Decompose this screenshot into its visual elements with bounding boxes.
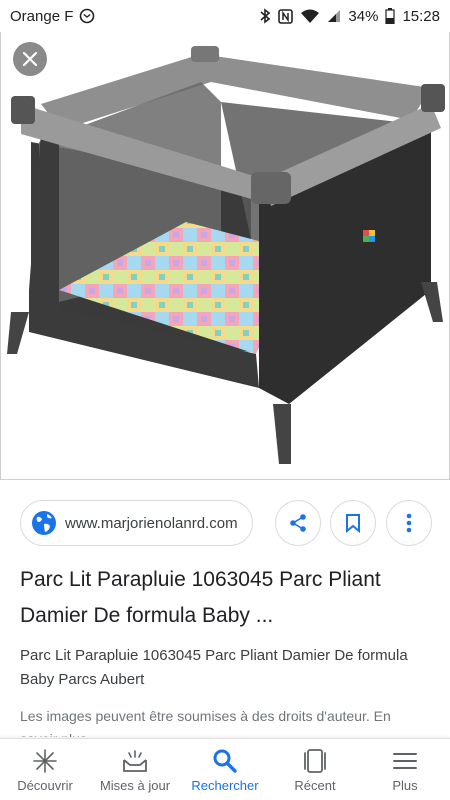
more-vert-icon xyxy=(406,513,412,533)
status-bar: Orange F 34% 15:28 xyxy=(0,0,450,32)
battery-icon xyxy=(385,8,396,24)
nav-label: Découvrir xyxy=(17,778,73,793)
bluetooth-icon xyxy=(259,8,271,24)
nav-discover[interactable]: Découvrir xyxy=(0,739,90,800)
signal-icon xyxy=(327,9,341,23)
share-button[interactable] xyxy=(275,500,321,546)
menu-icon xyxy=(393,753,417,769)
result-title[interactable]: Parc Lit Parapluie 1063045 Parc Pliant D… xyxy=(20,562,430,634)
bottom-nav: Découvrir Mises à jour Rechercher Récent… xyxy=(0,738,450,800)
search-icon xyxy=(213,749,237,773)
recent-icon xyxy=(304,749,326,773)
nav-more[interactable]: Plus xyxy=(360,739,450,800)
clock: 15:28 xyxy=(402,7,440,25)
result-subtitle: Parc Lit Parapluie 1063045 Parc Pliant D… xyxy=(20,647,408,688)
nav-recent[interactable]: Récent xyxy=(270,739,360,800)
bookmark-icon xyxy=(346,514,360,533)
message-icon xyxy=(79,8,95,24)
source-row: www.marjorienolanrd.com xyxy=(20,500,432,546)
close-icon xyxy=(22,51,38,67)
close-button[interactable] xyxy=(13,42,47,76)
share-icon xyxy=(290,514,306,532)
playpen-image xyxy=(7,46,445,464)
source-url: www.marjorienolanrd.com xyxy=(65,514,238,532)
nav-label: Rechercher xyxy=(191,778,259,793)
bookmark-button[interactable] xyxy=(330,500,376,546)
nav-label: Plus xyxy=(392,778,418,793)
nav-search[interactable]: Rechercher xyxy=(180,739,270,800)
source-link[interactable]: www.marjorienolanrd.com xyxy=(20,500,253,546)
nfc-icon xyxy=(278,8,294,24)
battery-percent: 34% xyxy=(348,7,379,25)
updates-icon xyxy=(123,750,147,772)
image-viewer[interactable] xyxy=(0,32,450,480)
globe-icon xyxy=(32,511,56,535)
carrier-label: Orange F xyxy=(10,7,74,25)
nav-label: Mises à jour xyxy=(99,778,171,793)
discover-icon xyxy=(33,749,57,773)
wifi-icon xyxy=(300,9,320,24)
nav-updates[interactable]: Mises à jour xyxy=(90,739,180,800)
copyright-notice: Les images peuvent être soumises à des d… xyxy=(20,708,391,737)
more-options-button[interactable] xyxy=(386,500,432,546)
nav-label: Récent xyxy=(294,778,336,793)
